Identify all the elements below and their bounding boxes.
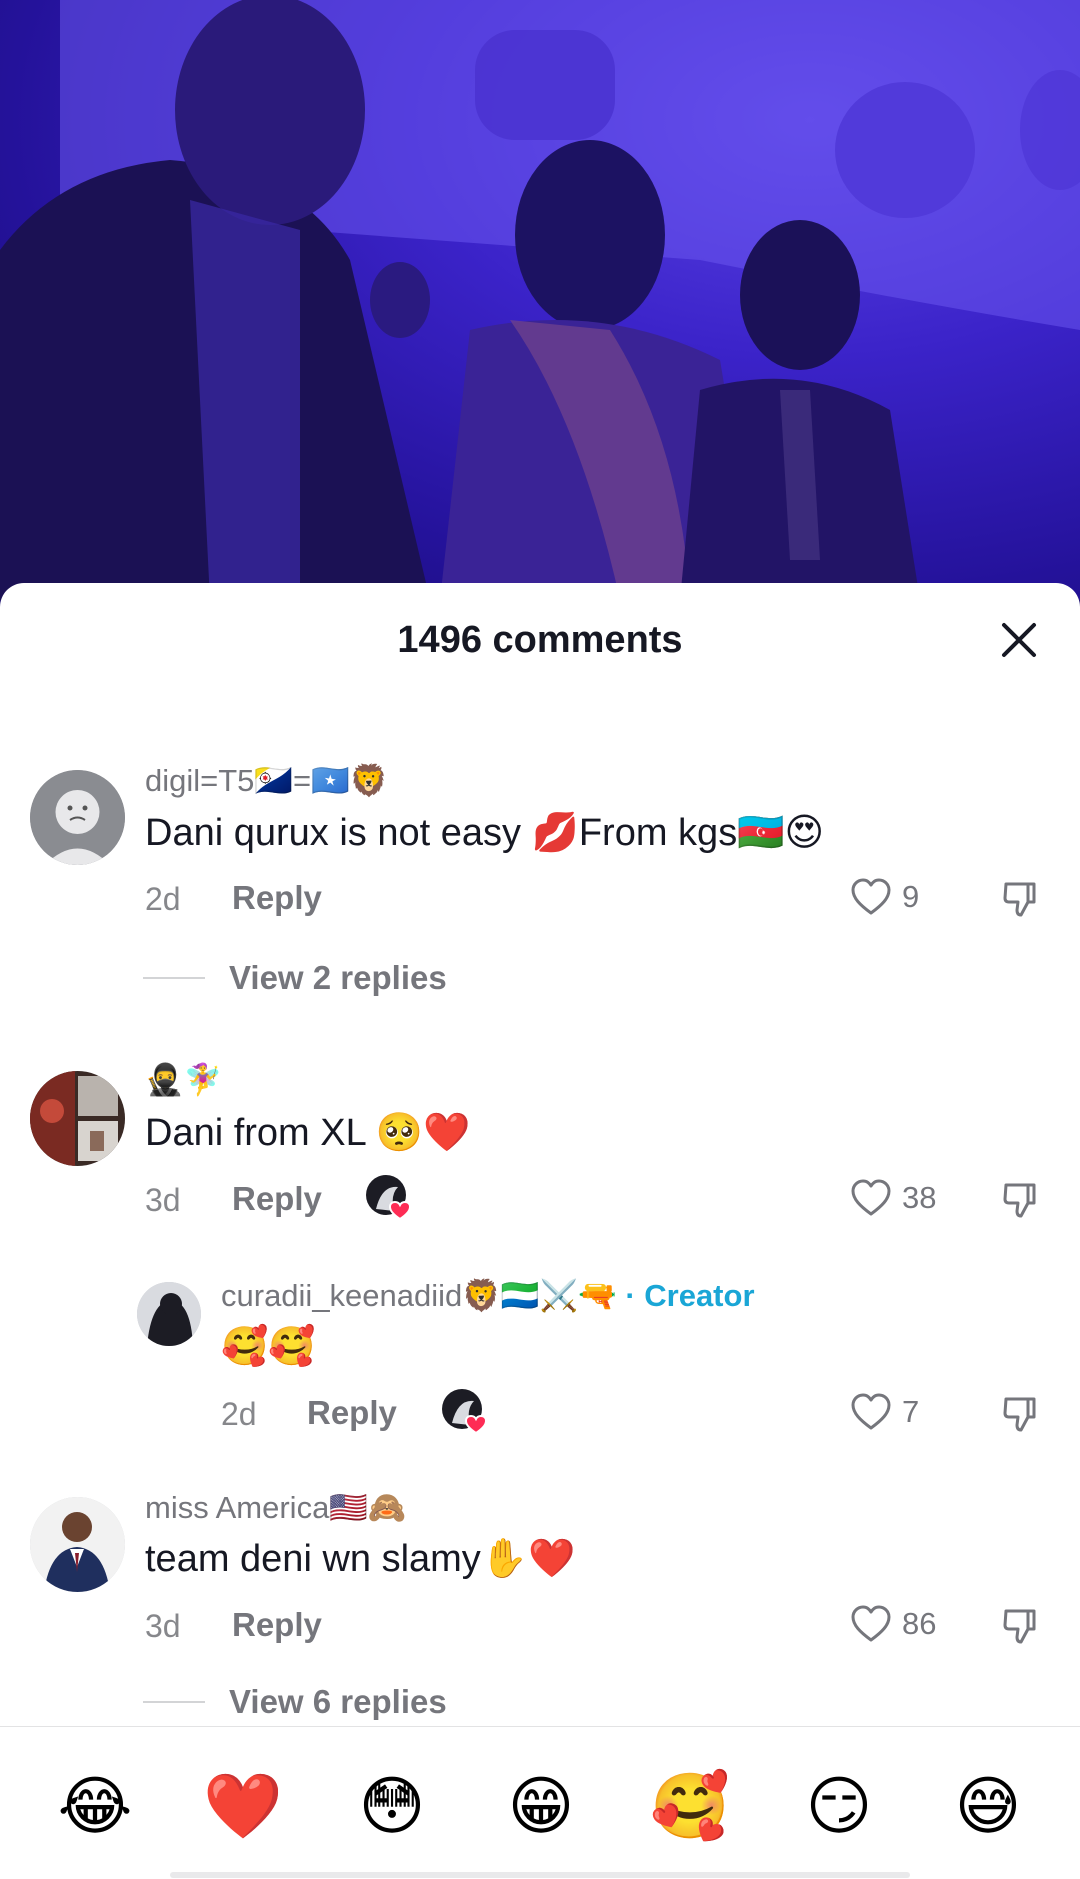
heart-outline-icon	[851, 1393, 891, 1430]
like-button[interactable]: 7	[850, 1392, 919, 1432]
comment-text: team deni wn slamy✋❤️	[145, 1538, 576, 1580]
creator-avatar	[137, 1282, 201, 1346]
comment-item: miss America🇺🇸🙈 team deni wn slamy✋❤️ 3d…	[0, 1483, 1080, 1728]
comment-text: Dani qurux is not easy 💋From kgs🇦🇿😍	[145, 812, 825, 854]
reply-button[interactable]: Reply	[232, 879, 322, 917]
thumbs-down-icon	[1003, 1609, 1036, 1644]
view-replies-button[interactable]: View 6 replies	[143, 1683, 447, 1721]
dislike-button[interactable]	[1001, 1605, 1043, 1647]
comment-time: 3d	[145, 1182, 181, 1218]
replies-divider-line	[143, 977, 205, 979]
reply-username: curadii_keenadiid🦁🇸🇱⚔️🔫	[221, 1278, 617, 1313]
thumbs-down-icon	[1003, 882, 1036, 917]
creator-label: · Creator	[625, 1278, 755, 1313]
like-count: 38	[902, 1180, 937, 1215]
emoji-button-heart[interactable]: ❤️	[203, 1767, 283, 1847]
avatar[interactable]	[30, 770, 125, 865]
user-photo-avatar	[30, 1071, 125, 1166]
avatar[interactable]	[30, 1071, 125, 1166]
comment-username[interactable]: 🥷🧚‍♀️	[145, 1061, 222, 1098]
comment-item: digil=T5🇧🇶=🇸🇴🦁 Dani qurux is not easy 💋F…	[0, 755, 1080, 1015]
dislike-button[interactable]	[1001, 1393, 1043, 1435]
like-count: 9	[902, 879, 920, 914]
user-photo-avatar	[30, 1497, 125, 1592]
emoji-button-sweat-smile[interactable]: 😅	[948, 1767, 1028, 1847]
view-replies-label: View 2 replies	[229, 959, 447, 996]
comment-time: 3d	[145, 1608, 181, 1644]
sheet-header: 1496 comments	[0, 583, 1080, 693]
emoji-button-smiling-hearts[interactable]: 🥰	[650, 1767, 730, 1847]
like-button[interactable]: 38	[850, 1178, 936, 1218]
comment-time: 2d	[145, 881, 181, 917]
avatar[interactable]	[137, 1282, 201, 1346]
like-button[interactable]: 86	[850, 1604, 936, 1644]
like-button[interactable]: 9	[850, 877, 919, 917]
creator-liked-heart-icon	[366, 1175, 412, 1221]
video-frame	[0, 0, 1080, 600]
default-avatar-icon	[30, 770, 125, 865]
video-background[interactable]	[0, 0, 1080, 600]
emoji-button-smirk[interactable]: 😏	[799, 1767, 879, 1847]
thumbs-down-icon	[1003, 1397, 1036, 1432]
quick-emoji-bar: 😂 ❤️ 😳 😁 🥰 😏 😅	[0, 1726, 1080, 1879]
home-indicator	[170, 1872, 910, 1878]
comment-text: Dani from XL 🥺❤️	[145, 1112, 471, 1154]
comments-count-title: 1496 comments	[397, 619, 683, 661]
dislike-button[interactable]	[1001, 878, 1043, 920]
close-icon	[1002, 623, 1036, 657]
comment-username[interactable]: curadii_keenadiid🦁🇸🇱⚔️🔫 · Creator	[221, 1277, 755, 1314]
replies-divider-line	[143, 1701, 205, 1703]
heart-outline-icon	[851, 1179, 891, 1216]
reply-button[interactable]: Reply	[307, 1394, 397, 1432]
emoji-button-grin[interactable]: 😁	[501, 1767, 581, 1847]
reply-button[interactable]: Reply	[232, 1606, 322, 1644]
emoji-button-flushed[interactable]: 😳	[352, 1767, 432, 1847]
like-count: 7	[902, 1394, 920, 1429]
reply-button[interactable]: Reply	[232, 1180, 322, 1218]
thumbs-down-icon	[1003, 1183, 1036, 1218]
dislike-button[interactable]	[1001, 1179, 1043, 1221]
creator-liked-heart-icon	[442, 1389, 488, 1435]
reply-item: curadii_keenadiid🦁🇸🇱⚔️🔫 · Creator 🥰🥰 2d …	[0, 1270, 1080, 1450]
view-replies-button[interactable]: View 2 replies	[143, 959, 447, 997]
emoji-button-laugh[interactable]: 😂	[55, 1767, 135, 1847]
comment-username[interactable]: digil=T5🇧🇶=🇸🇴🦁	[145, 762, 388, 799]
avatar[interactable]	[30, 1497, 125, 1592]
creator-liked-badge	[440, 1387, 490, 1437]
comment-username[interactable]: miss America🇺🇸🙈	[145, 1489, 407, 1526]
close-button[interactable]	[996, 617, 1042, 663]
comment-item: 🥷🧚‍♀️ Dani from XL 🥺❤️ 3d Reply 38	[0, 1055, 1080, 1255]
heart-outline-icon	[851, 878, 891, 915]
comment-text: 🥰🥰	[221, 1326, 316, 1368]
view-replies-label: View 6 replies	[229, 1683, 447, 1720]
comment-time: 2d	[221, 1396, 257, 1432]
creator-liked-badge	[364, 1173, 414, 1223]
like-count: 86	[902, 1606, 937, 1641]
heart-outline-icon	[851, 1605, 891, 1642]
